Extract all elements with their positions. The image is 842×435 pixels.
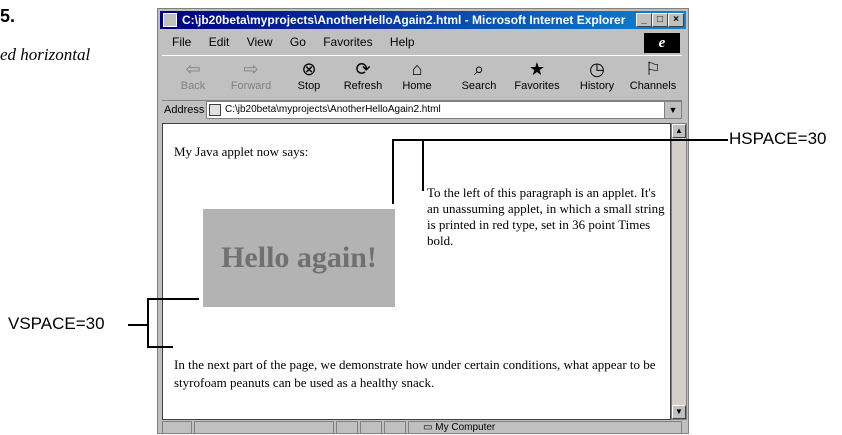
- hspace-applet-edge-line: [392, 139, 394, 204]
- title-bar[interactable]: C:\jb20beta\myprojects\AnotherHelloAgain…: [160, 11, 686, 29]
- history-button[interactable]: ◷ History: [568, 58, 626, 98]
- close-button[interactable]: ×: [668, 13, 684, 27]
- intro-text: My Java applet now says:: [174, 144, 309, 159]
- channels-button[interactable]: ⚐ Channels: [624, 58, 682, 98]
- page-content: My Java applet now says: Hello again! To…: [162, 123, 671, 420]
- vspace-bracket-line: [147, 298, 149, 348]
- search-label: Search: [461, 80, 497, 92]
- menu-help[interactable]: Help: [390, 35, 415, 49]
- menu-view[interactable]: View: [247, 35, 273, 49]
- next-paragraph: In the next part of the page, we demonst…: [174, 357, 656, 390]
- chevron-down-icon[interactable]: ▼: [664, 102, 681, 118]
- address-value: C:\jb20beta\myprojects\AnotherHelloAgain…: [225, 104, 441, 115]
- favorites-label: Favorites: [514, 80, 560, 92]
- home-button[interactable]: ⌂ Home: [388, 58, 446, 98]
- back-label: Back: [180, 80, 206, 92]
- status-cell: [360, 421, 382, 434]
- window-title: C:\jb20beta\myprojects\AnotherHelloAgain…: [182, 13, 626, 27]
- favorites-icon: ★: [528, 59, 546, 79]
- menu-favorites[interactable]: Favorites: [323, 35, 372, 49]
- status-zone: ▭ My Computer: [408, 421, 682, 434]
- maximize-button[interactable]: □: [652, 13, 668, 27]
- home-label: Home: [402, 80, 432, 92]
- browser-window: C:\jb20beta\myprojects\AnotherHelloAgain…: [157, 8, 689, 434]
- page-icon: [209, 104, 221, 116]
- vspace-label: VSPACE=30: [8, 314, 105, 333]
- status-icon-cell: [162, 421, 192, 434]
- forward-arrow-icon: ⇨: [243, 59, 259, 79]
- menu-edit[interactable]: Edit: [209, 35, 230, 49]
- scroll-up-icon[interactable]: ▲: [672, 124, 686, 138]
- address-bar: Address C:\jb20beta\myprojects\AnotherHe…: [162, 101, 682, 121]
- home-icon: ⌂: [411, 59, 423, 79]
- refresh-icon: ⟳: [355, 59, 371, 79]
- menu-go[interactable]: Go: [290, 35, 306, 49]
- minimize-button[interactable]: _: [636, 13, 652, 27]
- stop-button[interactable]: ⊗ Stop: [280, 58, 338, 98]
- search-icon: ⌕: [473, 59, 485, 79]
- scroll-down-icon[interactable]: ▼: [672, 405, 686, 419]
- search-button[interactable]: ⌕ Search: [450, 58, 508, 98]
- hspace-label: HSPACE=30: [729, 129, 827, 148]
- figure-number-fragment: 5.: [0, 6, 16, 26]
- hspace-callout-line: [392, 139, 728, 141]
- toolbar: ⇦ Back ⇨ Forward ⊗ Stop ⟳ Refresh ⌂ Home…: [162, 55, 682, 101]
- applet-text: Hello again!: [221, 241, 377, 274]
- history-label: History: [579, 80, 615, 92]
- menu-bar: File Edit View Go Favorites Help: [162, 32, 684, 52]
- favorites-button[interactable]: ★ Favorites: [508, 58, 566, 98]
- caption-fragment: ed horizontal: [0, 45, 91, 64]
- forward-button[interactable]: ⇨ Forward: [222, 58, 280, 98]
- stop-icon: ⊗: [301, 59, 317, 79]
- status-cell: [384, 421, 406, 434]
- address-label: Address: [164, 104, 205, 116]
- ie-logo-icon: e: [644, 33, 680, 53]
- vspace-text-edge-line: [147, 346, 173, 348]
- history-icon: ◷: [589, 59, 605, 79]
- refresh-button[interactable]: ⟳ Refresh: [334, 58, 392, 98]
- status-text-cell: [194, 421, 334, 434]
- vertical-scrollbar[interactable]: ▲ ▼: [671, 123, 687, 420]
- status-bar: ▭ My Computer: [162, 421, 684, 435]
- back-button[interactable]: ⇦ Back: [164, 58, 222, 98]
- side-paragraph: To the left of this paragraph is an appl…: [427, 185, 665, 248]
- forward-label: Forward: [230, 80, 272, 92]
- status-zone-label: My Computer: [435, 422, 496, 433]
- vspace-applet-edge-line: [147, 298, 199, 300]
- computer-icon: ▭: [423, 422, 436, 433]
- refresh-label: Refresh: [343, 80, 383, 92]
- ie-app-icon[interactable]: [163, 13, 177, 27]
- java-applet: Hello again!: [203, 209, 395, 307]
- back-arrow-icon: ⇦: [185, 59, 201, 79]
- status-cell: [336, 421, 358, 434]
- channels-label: Channels: [629, 80, 677, 92]
- vspace-callout-line: [128, 324, 148, 326]
- hspace-text-edge-line: [422, 139, 424, 191]
- menu-file[interactable]: File: [172, 35, 191, 49]
- stop-label: Stop: [297, 80, 321, 92]
- channels-icon: ⚐: [644, 59, 662, 79]
- address-input[interactable]: C:\jb20beta\myprojects\AnotherHelloAgain…: [206, 101, 682, 119]
